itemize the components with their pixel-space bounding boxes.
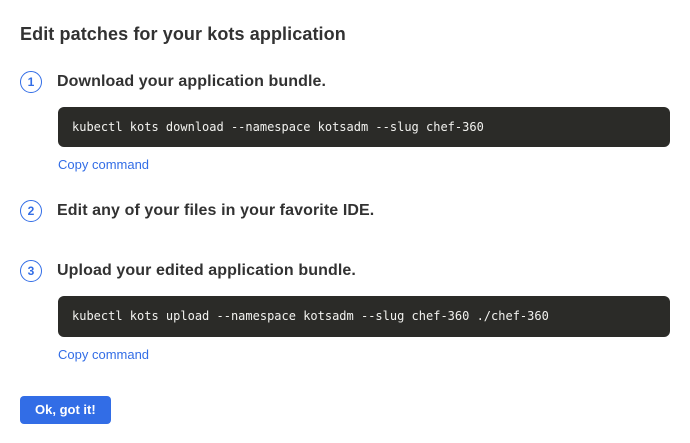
edit-patches-panel: Edit patches for your kots application 1…: [0, 0, 690, 424]
step-number-badge: 1: [20, 71, 42, 93]
step-heading: Download your application bundle.: [57, 73, 326, 91]
step-upload-body: kubectl kots upload --namespace kotsadm …: [58, 296, 670, 363]
step-heading: Edit any of your files in your favorite …: [57, 202, 374, 220]
step-download-body: kubectl kots download --namespace kotsad…: [58, 107, 670, 174]
upload-command-block: kubectl kots upload --namespace kotsadm …: [58, 296, 670, 336]
step-upload: 3 Upload your edited application bundle.…: [20, 260, 670, 363]
ok-got-it-button[interactable]: Ok, got it!: [20, 396, 111, 424]
footer: Ok, got it!: [20, 396, 670, 424]
download-command-block: kubectl kots download --namespace kotsad…: [58, 107, 670, 147]
page-title: Edit patches for your kots application: [20, 24, 670, 45]
step-number-badge: 3: [20, 260, 42, 282]
upload-command-text: kubectl kots upload --namespace kotsadm …: [72, 309, 549, 323]
download-command-text: kubectl kots download --namespace kotsad…: [72, 120, 484, 134]
copy-upload-command-link[interactable]: Copy command: [58, 347, 149, 362]
step-number-badge: 2: [20, 200, 42, 222]
step-download-header: 1 Download your application bundle.: [20, 71, 670, 93]
step-download: 1 Download your application bundle. kube…: [20, 71, 670, 174]
step-edit: 2 Edit any of your files in your favorit…: [20, 200, 670, 222]
copy-download-command-link[interactable]: Copy command: [58, 157, 149, 172]
step-upload-header: 3 Upload your edited application bundle.: [20, 260, 670, 282]
step-edit-header: 2 Edit any of your files in your favorit…: [20, 200, 670, 222]
step-heading: Upload your edited application bundle.: [57, 262, 356, 280]
